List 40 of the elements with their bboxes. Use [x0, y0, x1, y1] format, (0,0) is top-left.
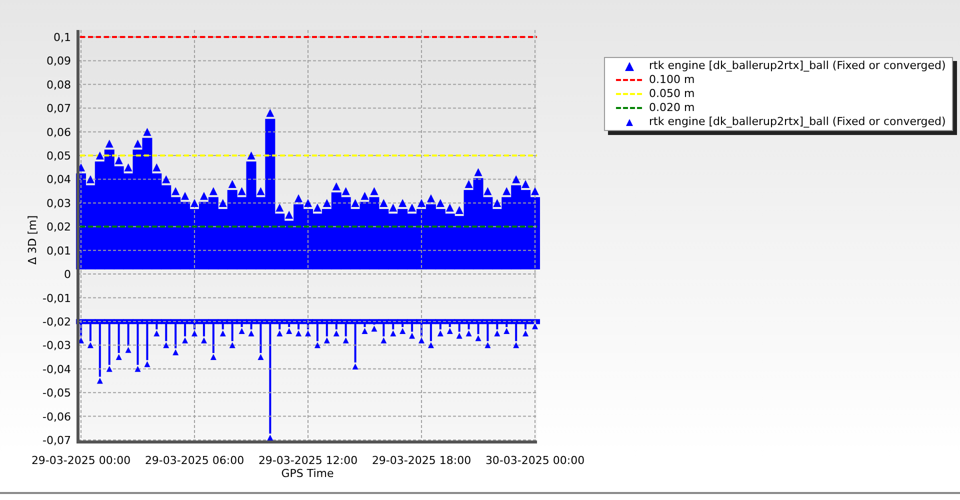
y-tick-label: -0,01	[42, 292, 71, 305]
data-point	[238, 328, 245, 334]
y-tick-label: 0,06	[46, 126, 71, 139]
y-tick-label: -0,04	[42, 362, 71, 376]
y-tick-label: 0,01	[46, 244, 71, 258]
y-tick-label: -0,03	[42, 339, 71, 352]
y-tick-label: 0,05	[46, 150, 71, 163]
data-point	[418, 337, 424, 344]
y-tick-label: 0,07	[46, 102, 71, 116]
data-point	[77, 163, 85, 172]
legend-label: rtk engine [dk_ballerup2rtx]_ball (Fixed or converged)	[649, 115, 946, 129]
x-tick-label: 29-03-2025 00:00	[31, 454, 131, 467]
y-tick-label: -0,02	[42, 315, 71, 328]
y-tick-label: 0	[64, 268, 71, 282]
data-point	[362, 328, 368, 334]
legend-label: 0.020 m	[649, 101, 695, 115]
data-point	[78, 337, 84, 344]
y-tick-label: 0,04	[46, 173, 71, 186]
x-tick-label: 29-03-2025 12:00	[258, 454, 358, 467]
y-tick-label: -0,07	[42, 434, 71, 447]
legend-label: rtk engine [dk_ballerup2rtx]_ball (Fixed or converged)	[649, 59, 946, 73]
data-point	[286, 328, 292, 334]
y-tick-label: 0,09	[46, 54, 71, 68]
data-point	[371, 326, 378, 332]
y-tick-label: 0,02	[46, 220, 71, 234]
legend-label: 0.100 m	[649, 73, 695, 87]
y-tick-label: -0,05	[42, 386, 71, 400]
x-tick-label: 30-03-2025 00:00	[485, 454, 585, 467]
y-tick-label: -0,06	[42, 410, 71, 424]
data-point	[504, 328, 510, 334]
data-point	[446, 328, 453, 334]
x-axis-title: GPS Time	[281, 467, 334, 480]
data-point	[400, 328, 406, 334]
x-tick-label: 29-03-2025 06:00	[144, 454, 244, 467]
y-tick-label: 0,08	[46, 78, 71, 92]
x-tick-label: 29-03-2025 18:00	[372, 454, 472, 467]
y-tick-label: 0,1	[54, 31, 71, 44]
y-axis-title: Δ 3D [m]	[26, 215, 39, 265]
legend-label: 0.050 m	[649, 87, 695, 101]
y-tick-label: 0,03	[46, 196, 71, 210]
